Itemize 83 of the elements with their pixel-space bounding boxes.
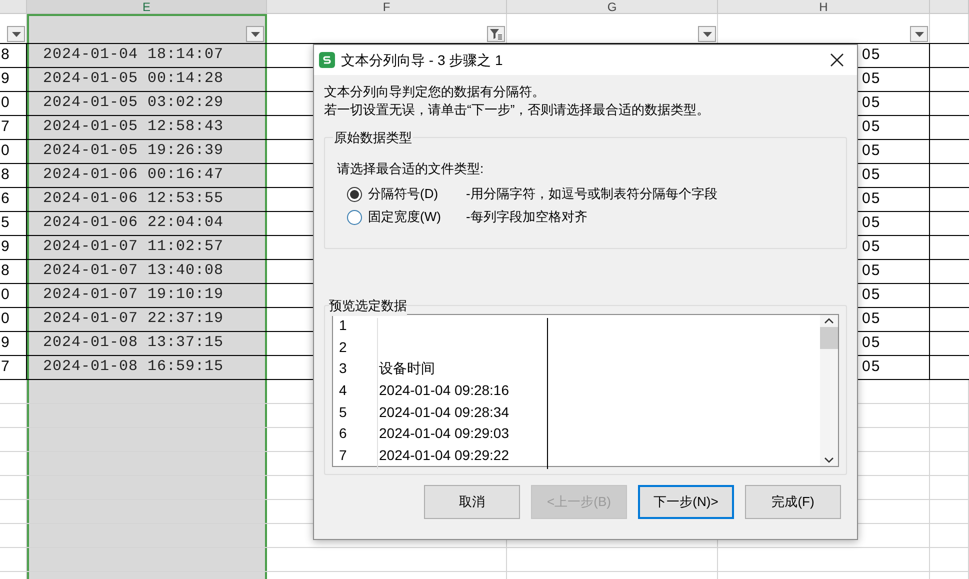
filter-dropdown-icon[interactable] xyxy=(910,26,928,42)
window-title: 文本分列向导 - 3 步骤之 1 xyxy=(341,50,503,70)
dialog-button[interactable]: 取消 xyxy=(424,485,520,519)
preview-title: 预览选定数据 xyxy=(329,296,407,316)
table-cell-text: 05 xyxy=(862,237,881,258)
table-cell-text: 0 xyxy=(0,309,10,330)
table-cell-text: 2024-01-08 13:37:15 xyxy=(43,333,224,354)
table-cell-text: 9 xyxy=(0,69,10,90)
table-cell-text: 2024-01-05 12:58:43 xyxy=(43,117,224,138)
table-cell-text: 05 xyxy=(862,93,881,114)
column-header[interactable]: G xyxy=(607,0,617,13)
table-cell-text: 2024-01-08 16:59:15 xyxy=(43,357,224,378)
table-cell-text: 7 xyxy=(0,357,10,378)
table-cell-text: 05 xyxy=(862,141,881,162)
table-cell-text: 2024-01-04 18:14:07 xyxy=(43,45,224,66)
table-cell-text: 05 xyxy=(862,117,881,138)
table-cell-text: 0 xyxy=(0,285,10,306)
intro-text: 若一切设置无误，请单击“下一步”，否则请选择最合适的数据类型。 xyxy=(324,101,711,119)
table-cell-text: 05 xyxy=(862,213,881,234)
table-cell-text: 7 xyxy=(0,117,10,138)
scroll-down-icon[interactable] xyxy=(824,456,834,464)
table-cell-text: 05 xyxy=(862,285,881,306)
table-cell-text: 2024-01-07 13:40:08 xyxy=(43,261,224,282)
table-cell-text: 05 xyxy=(862,309,881,330)
table-cell-text: 2024-01-06 12:53:55 xyxy=(43,189,224,210)
scroll-thumb[interactable] xyxy=(820,327,838,349)
row-number: 2 xyxy=(338,338,348,357)
table-cell-text: 6 xyxy=(0,189,10,210)
table-cell-text: 2024-01-07 19:10:19 xyxy=(43,285,224,306)
filter-dropdown-icon[interactable] xyxy=(698,26,716,42)
row-number: 1 xyxy=(338,316,348,336)
intro-text: 文本分列向导判定您的数据有分隔符。 xyxy=(324,83,546,101)
radio-label[interactable]: 固定宽度(W) xyxy=(368,207,460,227)
table-cell-text: 2024-01-05 19:26:39 xyxy=(43,141,224,162)
preview-cell-text: 2024-01-04 09:28:34 xyxy=(379,402,509,422)
table-cell-text: 2024-01-06 00:16:47 xyxy=(43,165,224,186)
table-cell-text: 05 xyxy=(862,165,881,186)
table-cell-text: 05 xyxy=(862,69,881,90)
filter-funnel-icon[interactable] xyxy=(487,26,505,42)
table-cell-text: 8 xyxy=(0,261,10,282)
prompt-text: 请选择最合适的文件类型: xyxy=(337,160,485,178)
row-number: 6 xyxy=(338,424,348,444)
option-description: -用分隔字符，如逗号或制表符分隔每个字段 xyxy=(466,185,718,204)
table-cell-text: 2024-01-07 22:37:19 xyxy=(43,309,224,330)
preview-cell-text: 2024-01-04 09:29:22 xyxy=(379,446,509,465)
preview-cell-text: 2024-01-04 09:29:03 xyxy=(379,424,509,444)
app-logo-icon xyxy=(319,52,335,68)
column-header[interactable]: H xyxy=(819,0,828,13)
radio-label[interactable]: 分隔符号(D) xyxy=(368,184,460,204)
filter-dropdown-icon[interactable] xyxy=(7,26,25,42)
option-description: -每列字段加空格对齐 xyxy=(466,208,588,226)
table-cell-text: 05 xyxy=(862,45,881,66)
column-header[interactable]: F xyxy=(382,0,390,13)
table-cell-text: 8 xyxy=(0,165,10,186)
table-cell-text: 2024-01-05 00:14:28 xyxy=(43,69,224,90)
scroll-up-icon[interactable] xyxy=(824,317,834,325)
table-cell-text: 2024-01-05 03:02:29 xyxy=(43,93,224,114)
dialog-button[interactable]: 完成(F) xyxy=(745,485,841,519)
column-header[interactable]: E xyxy=(142,0,150,13)
table-cell-text: 5 xyxy=(0,213,10,234)
filter-dropdown-icon[interactable] xyxy=(246,26,264,42)
table-cell-text: 0 xyxy=(0,93,10,114)
table-cell-text: 9 xyxy=(0,333,10,354)
row-number: 5 xyxy=(338,402,348,422)
table-cell-text: 05 xyxy=(862,189,881,210)
table-cell-text: 0 xyxy=(0,141,10,162)
table-cell-text: 05 xyxy=(862,333,881,354)
row-number: 3 xyxy=(338,359,348,378)
close-icon xyxy=(830,53,844,67)
table-cell-text: 9 xyxy=(0,237,10,258)
table-cell-text: 05 xyxy=(862,261,881,282)
preview-cell-text: 2024-01-04 09:28:16 xyxy=(379,381,509,400)
scrollbar[interactable] xyxy=(820,315,838,466)
table-cell-text: 05 xyxy=(862,357,881,378)
table-cell-text: 2024-01-06 22:04:04 xyxy=(43,213,224,234)
row-number: 7 xyxy=(338,446,348,465)
radio-button[interactable] xyxy=(347,186,362,202)
dialog-button[interactable]: 下一步(N)> xyxy=(638,485,734,519)
radio-button[interactable] xyxy=(347,210,362,224)
table-cell-text: 2024-01-07 11:02:57 xyxy=(43,237,224,258)
table-cell-text: 8 xyxy=(0,45,10,66)
row-number: 4 xyxy=(338,381,348,400)
preview-cell-text: 设备时间 xyxy=(379,359,435,378)
